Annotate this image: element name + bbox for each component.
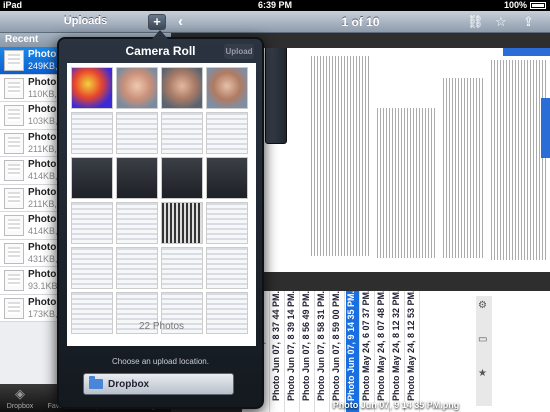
file-strip-label: Photo Jun 07, 8 58 31 PM.png <box>316 291 326 401</box>
battery-indicator: 100% <box>504 0 546 10</box>
photo-thumbnail[interactable] <box>71 157 113 199</box>
file-thumbnail <box>4 132 24 154</box>
photo-thumbnail[interactable] <box>206 157 248 199</box>
photo-thumbnail[interactable] <box>161 247 203 289</box>
file-strip-item[interactable]: Photo Jun 07, 8 59 00 PM.png <box>331 291 345 412</box>
star-icon[interactable]: ☆ <box>495 14 507 30</box>
uploads-navbar: Uploads + <box>0 11 171 33</box>
uploads-title: Uploads <box>63 15 108 27</box>
file-strip-label: Photo Jun 07, 9 14 35 PM.png <box>346 291 356 401</box>
file-strip-item[interactable]: Photo May 24, 8 07 48 PM.png <box>376 291 390 412</box>
photo-thumbnail[interactable] <box>161 67 203 109</box>
file-thumbnail <box>4 215 24 236</box>
destination-label: Dropbox <box>108 379 150 390</box>
file-strip-item[interactable]: Photo Jun 07, 8 37 44 PM.png <box>271 291 285 412</box>
file-strip-label: Photo May 24, 6 07 37 PM.png <box>361 291 371 401</box>
add-upload-button[interactable]: + <box>148 14 166 30</box>
tab-label: Dropbox <box>6 403 34 410</box>
file-thumbnail <box>4 105 24 126</box>
photo-thumbnail[interactable] <box>71 112 113 154</box>
status-bar: iPad 6:39 PM 100% <box>0 0 550 11</box>
gear-icon[interactable]: ⚙ <box>478 300 487 311</box>
file-strip-label: Photo May 24, 8 12 53 PM.png <box>406 291 416 401</box>
file-thumbnail <box>4 160 24 181</box>
file-strip-label: Photo Jun 07, 8 39 14 PM.png <box>286 291 296 401</box>
save-photo-button[interactable]: Save Photo <box>265 48 303 144</box>
photo-thumbnail[interactable] <box>71 202 113 244</box>
battery-icon <box>530 2 546 9</box>
photo-thumbnail[interactable] <box>116 202 158 244</box>
photo-thumbnail[interactable] <box>206 67 248 109</box>
link-icon[interactable]: ⛓ <box>467 14 484 30</box>
file-strip-label: Photo May 24, 8 07 48 PM.png <box>376 291 386 401</box>
dropbox-icon: ◈ <box>15 386 25 401</box>
photo-thumbnail[interactable] <box>116 157 158 199</box>
file-strip-item[interactable]: Photo Jun 07, 8 56 49 PM.png <box>301 291 315 412</box>
photo-grid-area: 22 Photos <box>67 63 256 346</box>
photo-count: 22 Photos <box>138 321 185 332</box>
photo-thumbnail[interactable] <box>161 112 203 154</box>
file-strip-item[interactable]: Photo Jun 07, 8 58 31 PM.png <box>316 291 330 412</box>
file-strip-item[interactable]: Photo May 24, 8 12 53 PM.png <box>406 291 420 412</box>
folder-icon[interactable]: ▭ <box>478 334 487 345</box>
file-strip-item[interactable]: Photo Jun 07, 9 14 35 PM.png <box>346 291 360 412</box>
dropbox-destination-button[interactable]: Dropbox <box>83 373 234 395</box>
star-icon[interactable]: ★ <box>478 368 487 379</box>
photo-counter: 1 of 10 <box>341 15 380 29</box>
photo-thumbnail[interactable] <box>116 112 158 154</box>
file-strip-item[interactable]: Photo May 24, 6 07 37 PM.png <box>361 291 375 412</box>
photo-thumbnail[interactable] <box>161 202 203 244</box>
upload-button[interactable]: Upload <box>224 44 254 59</box>
file-thumbnail <box>4 297 24 319</box>
file-thumbnail <box>4 187 24 209</box>
file-strip-label: Photo Jun 07, 8 59 00 PM.png <box>331 291 341 401</box>
clock: 6:39 PM <box>257 0 292 10</box>
side-toolbar: ⚙ ▭ ★ <box>476 296 492 406</box>
photo-thumbnail[interactable] <box>161 157 203 199</box>
photo-preview[interactable]: Save Photo <box>253 48 550 272</box>
file-thumbnail <box>4 270 24 291</box>
file-strip-label: Photo Jun 07, 8 37 44 PM.png <box>271 291 281 401</box>
file-thumbnail <box>4 50 24 71</box>
photo-thumbnail[interactable] <box>71 67 113 109</box>
folder-icon <box>89 376 103 389</box>
tab-dropbox[interactable]: ◈ Dropbox <box>4 386 36 410</box>
file-strip-label: Photo May 24, 8 12 32 PM.png <box>391 291 401 401</box>
photo-thumbnail[interactable] <box>206 202 248 244</box>
file-strip: Photo Jun 07, 8 24 11 PM.pngPhoto Jun 07… <box>242 291 550 412</box>
viewer-navbar: ‹ 1 of 10 ⛓ ☆ ⇪ <box>171 11 550 33</box>
file-thumbnail <box>4 77 24 99</box>
file-strip-item[interactable]: Photo May 24, 8 12 32 PM.png <box>391 291 405 412</box>
photo-thumbnail[interactable] <box>206 247 248 289</box>
photo-thumbnail[interactable] <box>116 247 158 289</box>
file-strip-item[interactable]: Photo Jun 07, 8 39 14 PM.png <box>286 291 300 412</box>
share-icon[interactable]: ⇪ <box>523 14 534 30</box>
photo-thumbnail[interactable] <box>116 67 158 109</box>
camera-roll-popover: Camera Roll Upload 22 Photos Choose an u… <box>57 30 264 409</box>
popover-arrow <box>152 30 168 39</box>
choose-location-label: Choose an upload location. <box>112 357 209 366</box>
file-thumbnail <box>4 242 24 264</box>
photo-thumbnail[interactable] <box>206 112 248 154</box>
file-strip-label: Photo Jun 07, 8 56 49 PM.png <box>301 291 311 401</box>
photo-caption: Photo Jun 07, 9 14 35 PM.png <box>332 400 460 410</box>
photo-thumbnail[interactable] <box>71 247 113 289</box>
